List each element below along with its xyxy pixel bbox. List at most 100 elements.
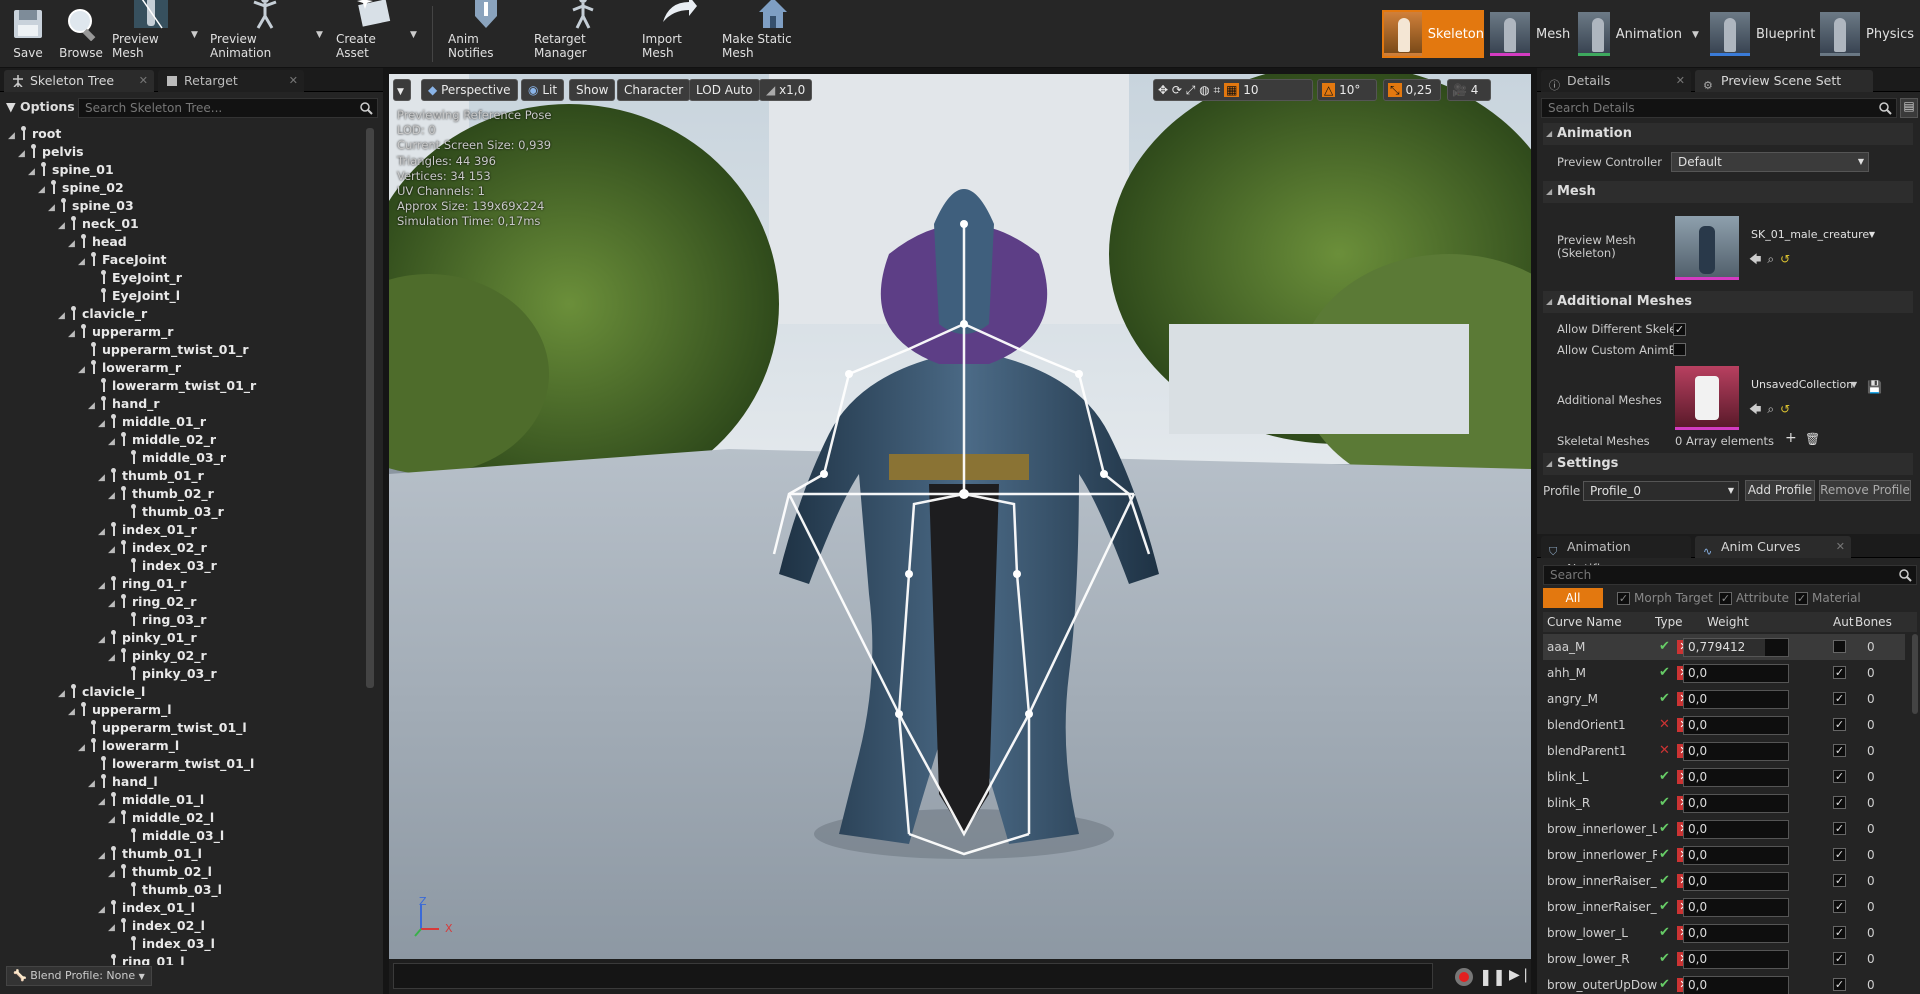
tree-node[interactable]: ◢ spine_03 [48,197,134,215]
tree-node[interactable]: upperarm_twist_01_l [78,719,247,737]
weight-field[interactable]: 0,0 [1683,768,1789,787]
morph-type-icon[interactable]: ✕ [1659,718,1673,732]
browse-icon[interactable]: ⌕ [1767,402,1780,416]
make-static-mesh-button[interactable]: Make Static Mesh [722,0,824,66]
mode-blueprint-button[interactable]: Blueprint [1710,10,1816,58]
expand-arrow-icon[interactable]: ◢ [108,487,118,505]
curve-row[interactable]: brow_innerlower_R✔✕0,0✓0 [1543,842,1905,868]
perspective-button[interactable]: ◆ Perspective [421,79,518,101]
anim-notifies-button[interactable]: Anim Notifies [448,0,524,66]
grid-snap-value[interactable]: 10 [1243,83,1258,97]
details-search-input[interactable]: Search Details [1541,98,1897,118]
expand-arrow-icon[interactable]: ◢ [98,523,108,541]
tree-node[interactable]: upperarm_twist_01_r [78,341,249,359]
trash-icon[interactable]: 🗑 [1805,432,1820,446]
expand-arrow-icon[interactable]: ◢ [78,253,88,271]
weight-field[interactable]: 0,0 [1683,716,1789,735]
weight-field[interactable]: 0,0 [1683,898,1789,917]
auto-checkbox[interactable]: ✓ [1833,718,1846,731]
col-type[interactable]: Type [1655,612,1683,632]
morph-type-icon[interactable]: ✔ [1659,978,1673,992]
expand-arrow-icon[interactable]: ◢ [108,595,118,613]
additional-meshes-thumbnail[interactable] [1675,366,1739,430]
morph-type-icon[interactable]: ✔ [1659,770,1673,784]
auto-checkbox[interactable]: ✓ [1833,692,1846,705]
expand-arrow-icon[interactable]: ◢ [98,577,108,595]
world-local-icon[interactable]: ◍ [1199,83,1209,97]
tree-node[interactable]: thumb_03_r [118,503,224,521]
morph-type-icon[interactable]: ✔ [1659,666,1673,680]
tab-retarget-manager[interactable]: Retarget Manager ✕ [158,70,304,110]
tree-node[interactable]: lowerarm_twist_01_l [88,755,254,773]
tree-node[interactable]: middle_03_r [118,449,226,467]
col-auto[interactable]: Aut [1833,612,1854,632]
step-forward-icon[interactable]: ▶❘ [1509,967,1532,983]
auto-checkbox[interactable]: ✓ [1833,770,1846,783]
tree-node[interactable]: ◢ middle_01_l [98,791,204,809]
curve-row[interactable]: brow_innerRaiser_R✔✕0,0✓0 [1543,894,1905,920]
section-settings[interactable]: Settings [1543,453,1913,475]
section-animation[interactable]: Animation [1543,123,1913,145]
record-button[interactable] [1455,968,1473,986]
tree-node[interactable]: ◢ FaceJoint [78,251,167,269]
character-button[interactable]: Character [617,79,691,101]
expand-arrow-icon[interactable]: ◢ [28,163,38,181]
tree-node[interactable]: ◢ pinky_01_r [98,629,197,647]
auto-checkbox[interactable]: ✓ [1833,822,1846,835]
filter-all-curves[interactable]: All Curves [1543,588,1603,625]
tree-node[interactable]: ◢ index_02_l [108,917,205,935]
tree-node[interactable]: ◢ clavicle_r [58,305,147,323]
viewport-menu-button[interactable]: ▼ [393,79,411,101]
tree-node[interactable]: ◢ middle_02_l [108,809,214,827]
tree-node[interactable]: ◢ thumb_01_r [98,467,204,485]
weight-field[interactable]: 0,0 [1683,690,1789,709]
tree-node[interactable]: ring_03_r [118,611,206,629]
allow-custom-animbp-checkbox[interactable] [1673,343,1686,356]
tree-node[interactable]: EyeJoint_l [88,287,180,305]
auto-checkbox[interactable]: ✓ [1833,874,1846,887]
tree-node[interactable]: ◢ head [68,233,127,251]
tree-node[interactable]: index_03_r [118,557,217,575]
tree-node[interactable]: ◢ root [8,125,61,143]
morph-type-icon[interactable]: ✔ [1659,796,1673,810]
tab-anim-curves[interactable]: ∿ Anim Curves ✕ [1695,536,1851,558]
curve-row[interactable]: brow_innerRaiser_L✔✕0,0✓0 [1543,868,1905,894]
tab-details[interactable]: ⓘ Details ✕ [1541,70,1691,92]
section-additional-meshes[interactable]: Additional Meshes [1543,291,1913,313]
curve-row[interactable]: ahh_M✔✕0,0✓0 [1543,660,1905,686]
preview-mesh-button[interactable]: Preview Mesh [112,0,190,66]
save-collection-icon[interactable]: 💾 [1867,380,1882,394]
scale-snap-control[interactable]: ⤡ 0,25 [1383,79,1441,101]
morph-type-icon[interactable]: ✔ [1659,692,1673,706]
tree-node[interactable]: ◢ ring_01_r [98,575,186,593]
morph-type-icon[interactable]: ✔ [1659,848,1673,862]
curves-search-input[interactable]: Search [1543,565,1917,585]
expand-arrow-icon[interactable]: ◢ [108,919,118,937]
retarget-manager-button[interactable]: Retarget Manager [534,0,632,66]
tree-node[interactable]: ◢ middle_01_r [98,413,206,431]
weight-field[interactable]: 0,0 [1683,846,1789,865]
weight-field[interactable]: 0,0 [1683,924,1789,943]
tree-node[interactable]: pinky_03_r [118,665,217,683]
create-asset-dropdown-icon[interactable]: ▼ [410,30,417,40]
preview-mesh-picker[interactable]: SK_01_male_creature ▼ [1745,226,1879,246]
expand-arrow-icon[interactable]: ◢ [48,199,58,217]
tree-node[interactable]: ◢ hand_r [88,395,160,413]
options-dropdown[interactable]: ▼ Options ▼ [6,99,86,114]
auto-checkbox[interactable]: ✓ [1833,744,1846,757]
close-icon[interactable]: ✕ [289,70,298,92]
browse-icon[interactable]: ⌕ [1767,252,1780,266]
lit-button[interactable]: ◉ Lit [521,79,565,101]
expand-arrow-icon[interactable]: ◢ [108,865,118,883]
tree-node[interactable]: ◢ spine_02 [38,179,124,197]
tree-node[interactable]: ◢ thumb_02_r [108,485,214,503]
tab-skeleton-tree[interactable]: Skeleton Tree ✕ [4,70,154,92]
grid-snap-icon[interactable]: ▦ [1224,83,1240,97]
playback-speed-button[interactable]: ◢ x1,0 [759,79,813,101]
auto-checkbox[interactable]: ✓ [1833,952,1846,965]
tree-node[interactable]: middle_03_l [118,827,224,845]
tree-node[interactable]: ◢ middle_02_r [108,431,216,449]
expand-arrow-icon[interactable]: ◢ [98,469,108,487]
remove-profile-button[interactable]: Remove Profile [1819,480,1911,501]
weight-field[interactable]: 0,0 [1683,820,1789,839]
